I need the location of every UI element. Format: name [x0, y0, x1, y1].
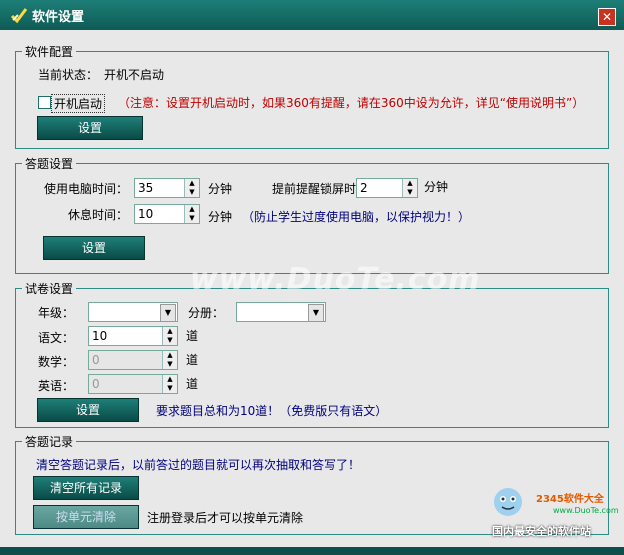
volume-label: 分册：	[188, 306, 225, 320]
clear-by-unit-note: 注册登录后才可以按单元清除	[147, 511, 304, 525]
records-legend: 答题记录	[22, 433, 77, 450]
mascot-icon	[494, 488, 522, 516]
autostart-checkbox[interactable]	[38, 96, 51, 109]
spinner-arrows-icon: ▲ ▼	[162, 351, 177, 369]
spinner-arrows-icon: ▲ ▼	[162, 375, 177, 393]
brand-slogan: 国内最安全的软件站	[492, 525, 591, 538]
spinner-arrows-icon[interactable]: ▲ ▼	[402, 179, 417, 197]
answer-settings-group: 答题设置 使用电脑时间： 35 ▲ ▼ 分钟 提前提醒锁屏时间： 2 ▲ ▼ 分钟 …	[15, 155, 609, 274]
volume-select[interactable]: ▼	[236, 302, 326, 322]
chevron-down-icon[interactable]: ▼	[308, 304, 324, 322]
close-button[interactable]: ✕	[598, 8, 616, 26]
software-config-legend: 软件配置	[22, 43, 77, 60]
use-time-label: 使用电脑时间：	[44, 182, 129, 196]
remind-unit: 分钟	[424, 180, 449, 194]
clear-all-records-button[interactable]: 清空所有记录	[33, 476, 139, 500]
brand-name: 2345软件大全	[536, 494, 604, 505]
chinese-value: 10	[92, 329, 108, 343]
english-value: 0	[92, 377, 100, 391]
answer-settings-legend: 答题设置	[22, 155, 77, 172]
spinner-arrows-icon[interactable]: ▲ ▼	[184, 179, 199, 197]
status-label: 当前状态：	[38, 68, 99, 82]
software-config-set-button[interactable]: 设置	[37, 116, 143, 140]
window-title: 软件设置	[32, 10, 85, 25]
paper-settings-legend: 试卷设置	[22, 280, 77, 297]
remind-value: 2	[360, 181, 368, 195]
paper-settings-group: 试卷设置 年级： ▼ 分册： ▼ 语文： 10 ▲ ▼ 道 数学： 0 ▲ ▼ 道 …	[15, 280, 609, 428]
math-unit: 道	[186, 353, 199, 367]
autostart-label[interactable]: 开机启动	[51, 94, 106, 113]
chinese-unit: 道	[186, 329, 199, 343]
grade-select[interactable]: ▼	[88, 302, 178, 322]
use-time-spinner[interactable]: 35 ▲ ▼	[134, 178, 200, 198]
use-time-unit: 分钟	[208, 182, 233, 196]
close-icon: ✕	[601, 10, 613, 24]
grade-label: 年级：	[38, 306, 75, 320]
answer-settings-set-button[interactable]: 设置	[43, 236, 145, 260]
remind-spinner[interactable]: 2 ▲ ▼	[356, 178, 418, 198]
title-bar[interactable]: 软件设置 ✕	[0, 0, 624, 30]
records-description: 清空答题记录后，以前答过的题目就可以再次抽取和答写了！	[36, 458, 361, 472]
rest-note: （防止学生过度使用电脑，以保护视力！）	[242, 210, 471, 224]
english-spinner: 0 ▲ ▼	[88, 374, 178, 394]
rest-value: 10	[138, 207, 154, 221]
status-value: 开机不启动	[104, 68, 165, 82]
rest-label: 休息时间：	[68, 208, 129, 222]
chinese-label: 语文：	[38, 331, 75, 345]
bottom-bar	[0, 547, 624, 555]
math-label: 数学：	[38, 355, 75, 369]
app-logo-icon	[10, 8, 28, 24]
math-value: 0	[92, 353, 100, 367]
watermark-text: www.DuoTe.com	[190, 262, 481, 297]
rest-unit: 分钟	[208, 210, 233, 224]
math-spinner: 0 ▲ ▼	[88, 350, 178, 370]
chinese-spinner[interactable]: 10 ▲ ▼	[88, 326, 178, 346]
brand-url: www.DuoTe.com	[553, 506, 619, 515]
rest-spinner[interactable]: 10 ▲ ▼	[134, 204, 200, 224]
autostart-note: （注意：设置开机启动时，如果360有提醒，请在360中设为允许，详见“使用说明书…	[118, 96, 585, 110]
paper-settings-set-button[interactable]: 设置	[37, 398, 139, 422]
spinner-arrows-icon[interactable]: ▲ ▼	[184, 205, 199, 223]
english-unit: 道	[186, 377, 199, 391]
settings-window: 软件设置 ✕ 软件配置 当前状态： 开机不启动 开机启动 （注意：设置开机启动时…	[0, 0, 624, 555]
use-time-value: 35	[138, 181, 154, 195]
paper-settings-note: 要求题目总和为10道！（免费版只有语文）	[156, 404, 388, 418]
spinner-arrows-icon[interactable]: ▲ ▼	[162, 327, 177, 345]
clear-by-unit-button: 按单元清除	[33, 505, 139, 529]
chevron-down-icon[interactable]: ▼	[160, 304, 176, 322]
english-label: 英语：	[38, 379, 75, 393]
software-config-group: 软件配置 当前状态： 开机不启动 开机启动 （注意：设置开机启动时，如果360有…	[15, 43, 609, 149]
